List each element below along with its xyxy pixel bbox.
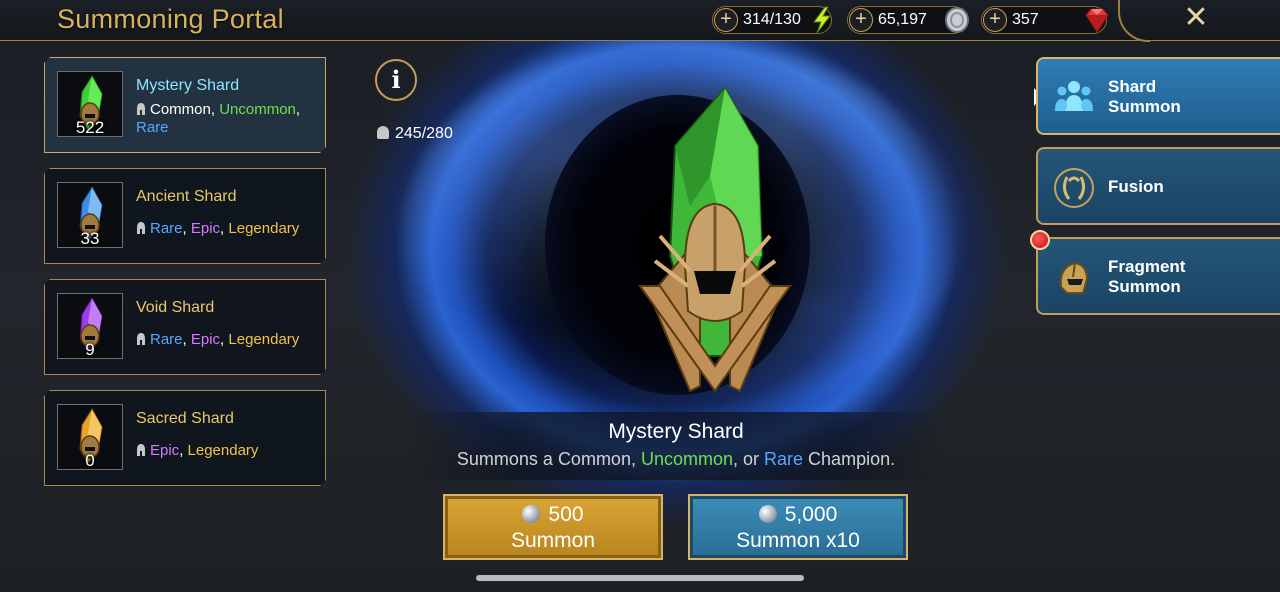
summon-label: Summon (510, 529, 596, 552)
shard-card-mystery[interactable]: 522 Mystery Shard Common, Uncommon, Rare (44, 57, 326, 153)
energy-bolt-icon (813, 6, 832, 34)
summon-button[interactable]: 500 Summon (443, 494, 663, 560)
shard-count: 33 (80, 229, 100, 248)
champion-helmet-icon (136, 444, 146, 456)
shard-rarities: Epic, Legendary (136, 442, 316, 460)
summon-cost: 500 (445, 503, 661, 527)
tab-shard-summon-label: Shard Summon (1108, 77, 1181, 116)
summon-x10-cost: 5,000 (690, 503, 906, 527)
shard-name: Ancient Shard (136, 188, 237, 205)
add-silver-button[interactable]: + (849, 8, 873, 32)
champion-helmet-icon (377, 126, 389, 139)
silver-coin-icon (522, 505, 541, 523)
champion-capacity: 245/280 (377, 125, 453, 143)
tab-fragment-summon[interactable]: Fragment Summon (1036, 237, 1280, 315)
silver-counter[interactable]: + 65,197 (847, 6, 969, 34)
selected-shard-title: Mystery Shard (608, 420, 744, 443)
shard-card-sacred[interactable]: 0 Sacred Shard Epic, Legendary (44, 390, 326, 486)
champions-group-icon (1055, 81, 1093, 111)
selected-shard-description: Summons a Common, Uncommon, or Rare Cham… (456, 449, 896, 469)
champion-helmet-icon (136, 103, 146, 115)
shard-rarities: Rare, Epic, Legendary (136, 331, 316, 349)
close-icon[interactable]: ✕ (1181, 3, 1211, 33)
shard-card-ancient[interactable]: 33 Ancient Shard Rare, Epic, Legendary (44, 168, 326, 264)
page-title: Summoning Portal (57, 4, 284, 34)
ruby-gem-icon (1085, 8, 1109, 33)
champion-helmet-icon (136, 333, 146, 345)
champion-capacity-value: 245/280 (395, 125, 453, 142)
gem-value: 357 (1012, 11, 1039, 28)
top-bar: Summoning Portal + 314/130 + 65,197 + 35… (0, 0, 1280, 42)
info-icon[interactable]: i (375, 59, 417, 101)
shard-name: Mystery Shard (136, 77, 240, 94)
add-gems-button[interactable]: + (983, 8, 1007, 32)
notification-dot-icon (1030, 230, 1050, 250)
home-indicator[interactable] (476, 575, 804, 581)
shard-rarities: Rare, Epic, Legendary (136, 220, 316, 238)
silver-coin-icon (758, 505, 777, 523)
tab-fusion[interactable]: Fusion (1036, 147, 1280, 225)
energy-counter[interactable]: + 314/130 (712, 6, 832, 34)
sacred-shard-icon: 0 (57, 404, 123, 470)
add-energy-button[interactable]: + (714, 8, 738, 32)
tab-fragment-summon-label: Fragment Summon (1108, 257, 1186, 296)
shard-name: Void Shard (136, 299, 215, 316)
shard-count: 9 (85, 340, 95, 359)
header-corner-ornament (1118, 0, 1150, 42)
shard-card-void[interactable]: 9 Void Shard Rare, Epic, Legendary (44, 279, 326, 375)
silver-value: 65,197 (878, 11, 927, 28)
tab-shard-summon[interactable]: Shard Summon (1036, 57, 1280, 135)
tab-fusion-label: Fusion (1108, 177, 1164, 196)
gem-counter[interactable]: + 357 (981, 6, 1109, 34)
shard-count: 0 (85, 451, 95, 470)
summon-x10-label: Summon x10 (736, 529, 860, 552)
shard-description-panel: Mystery Shard Summons a Common, Uncommon… (410, 412, 942, 480)
silver-coin-icon (945, 7, 969, 33)
mystery-shard-icon: 522 (57, 71, 123, 137)
helmet-fragment-icon (1059, 261, 1089, 294)
ancient-shard-icon: 33 (57, 182, 123, 248)
mystery-shard-artwork (638, 86, 792, 393)
energy-value: 314/130 (743, 11, 801, 28)
champion-helmet-icon (136, 222, 146, 234)
summon-x10-button[interactable]: 5,000 Summon x10 (688, 494, 908, 560)
shard-count: 522 (75, 118, 105, 137)
shard-rarities: Common, Uncommon, Rare (136, 101, 301, 136)
void-shard-icon: 9 (57, 293, 123, 359)
shard-name: Sacred Shard (136, 410, 234, 427)
fusion-icon (1054, 168, 1094, 208)
